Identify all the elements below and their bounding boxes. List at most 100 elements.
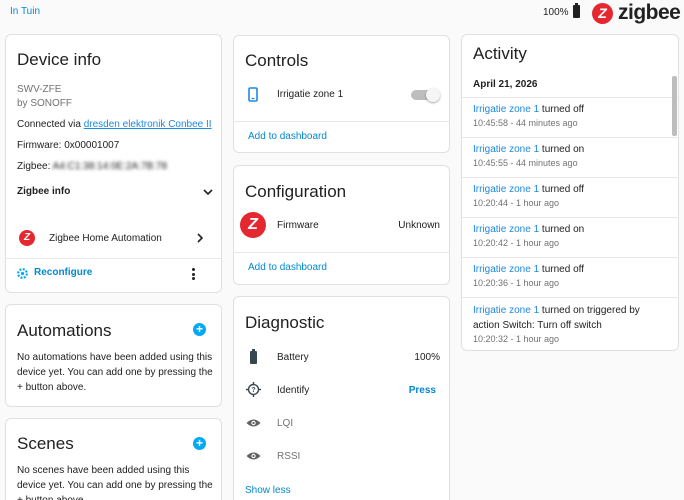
irrigation-toggle[interactable] [411,88,440,102]
firmware-row[interactable]: Z Firmware Unknown [234,210,451,240]
chevron-right-icon [197,233,204,243]
divider [462,137,678,138]
activity-entity-link[interactable]: Irrigatie zone 1 [473,264,539,275]
scenes-title: Scenes [17,434,74,453]
divider [462,297,678,298]
add-automation-button[interactable]: + [193,323,206,336]
device-model: SWV-ZFE [17,84,62,95]
battery-icon [250,349,257,364]
battery-row[interactable]: Battery 100% [234,347,451,367]
breadcrumb[interactable]: In Tuin [10,6,40,17]
top-bar: In Tuin 100% Z zigbee [0,0,684,26]
firmware-value: Unknown [398,220,440,231]
zigbee-info-expander[interactable]: Zigbee info [17,184,213,200]
gear-icon [17,268,28,279]
diagnostic-title: Diagnostic [245,313,325,332]
activity-entry: Irrigatie zone 1 turned off 10:45:58 - 4… [473,104,673,128]
controls-add-to-dashboard[interactable]: Add to dashboard [248,131,327,142]
more-options-icon[interactable] [192,268,196,280]
eye-icon [246,452,261,460]
firmware-text: Firmware: 0x00001007 [17,140,120,151]
add-scene-button[interactable]: + [193,437,206,450]
battery-status: 100% [543,3,580,18]
activity-entity-link[interactable]: Irrigatie zone 1 [473,184,539,195]
coordinator-link[interactable]: dresden elektronik Conbee II [84,119,212,130]
reconfigure-button[interactable]: Reconfigure [16,265,106,281]
zigbee-address-value: A4:C1:38:14:0E:2A:7B:78 [52,161,168,172]
show-less-button[interactable]: Show less [245,485,291,496]
rssi-label: RSSI [277,451,301,462]
phone-icon [248,87,258,102]
rssi-row[interactable]: RSSI [234,446,451,466]
identify-press-button[interactable]: Press [409,385,436,396]
divider [462,217,678,218]
integration-label: Zigbee Home Automation [49,233,162,244]
activity-scrollbar[interactable] [672,76,677,136]
activity-entity-link[interactable]: Irrigatie zone 1 [473,224,539,235]
controls-card: Controls Irrigatie zone 1 Add to dashboa… [233,35,450,153]
activity-date: April 21, 2026 [473,79,538,90]
activity-entry: Irrigatie zone 1 turned off 10:20:36 - 1… [473,264,673,288]
svg-text:?: ? [251,387,255,394]
divider [234,121,449,122]
automations-title: Automations [17,321,112,340]
activity-time: 10:20:44 - 1 hour ago [473,198,560,208]
zigbee-info-label: Zigbee info [17,186,71,197]
divider [6,258,221,259]
activity-entity-link[interactable]: Irrigatie zone 1 [473,104,539,115]
lqi-label: LQI [277,418,294,429]
activity-entry: Irrigatie zone 1 turned on 10:20:42 - 1 … [473,224,673,248]
crosshairs-question-icon: ? [246,382,261,397]
activity-entry: Irrigatie zone 1 turned on 10:45:55 - 44… [473,144,673,168]
zigbee-integration-icon: Z [19,230,35,246]
divider [462,97,678,98]
activity-trigger: action Switch: Turn off switch [473,320,602,331]
activity-entry: Irrigatie zone 1 turned on triggered by … [473,305,673,344]
firmware-label: Firmware [277,220,319,231]
configuration-add-to-dashboard[interactable]: Add to dashboard [248,262,327,273]
battery-label: Battery [277,352,309,363]
diagnostic-card: Diagnostic Battery 100% ? Identify Press… [233,296,450,500]
control-row[interactable]: Irrigatie zone 1 [234,83,451,107]
activity-time: 10:20:42 - 1 hour ago [473,238,560,248]
activity-time: 10:45:58 - 44 minutes ago [473,118,578,128]
battery-percent: 100% [543,6,569,18]
configuration-title: Configuration [245,182,347,201]
device-info-card: Device info SWV-ZFE by SONOFF Connected … [5,34,222,293]
connected-via: Connected via dresden elektronik Conbee … [17,119,212,130]
control-entity-label: Irrigatie zone 1 [277,89,344,100]
zigbee-address: Zigbee: A4:C1:38:14:0E:2A:7B:78 [17,161,168,172]
activity-entity-link[interactable]: Irrigatie zone 1 [473,144,539,155]
integration-row[interactable]: Z Zigbee Home Automation [6,225,223,251]
activity-time: 10:45:55 - 44 minutes ago [473,158,578,168]
brand: Z zigbee [592,1,681,25]
activity-time: 10:20:36 - 1 hour ago [473,278,560,288]
automations-empty-text: No automations have been added using thi… [17,352,213,393]
identify-row: ? Identify Press [234,379,451,399]
activity-entry: Irrigatie zone 1 turned off 10:20:44 - 1… [473,184,673,208]
reconfigure-label: Reconfigure [34,267,93,278]
zigbee-logo-icon: Z [592,2,613,24]
eye-icon [246,419,261,427]
activity-card: Activity April 21, 2026 Irrigatie zone 1… [461,34,679,351]
configuration-card: Configuration Z Firmware Unknown Add to … [233,165,450,285]
scenes-card: Scenes + No scenes have been added using… [5,418,222,500]
scenes-empty-text: No scenes have been added using this dev… [17,465,213,500]
brand-name: zigbee [618,1,681,24]
activity-title: Activity [473,44,527,63]
activity-time: 10:20:32 - 1 hour ago [473,334,560,344]
device-manufacturer: by SONOFF [17,98,73,109]
device-info-title: Device info [17,50,102,69]
automations-card: Automations + No automations have been a… [5,304,222,407]
identify-label: Identify [277,385,310,396]
lqi-row[interactable]: LQI [234,413,451,433]
divider [462,257,678,258]
chevron-down-icon [203,189,213,196]
zigbee-firmware-icon: Z [240,212,266,238]
controls-title: Controls [245,51,309,70]
activity-entity-link[interactable]: Irrigatie zone 1 [473,305,539,316]
divider [234,252,449,253]
battery-value: 100% [414,352,440,363]
battery-icon [572,3,580,18]
divider [462,177,678,178]
